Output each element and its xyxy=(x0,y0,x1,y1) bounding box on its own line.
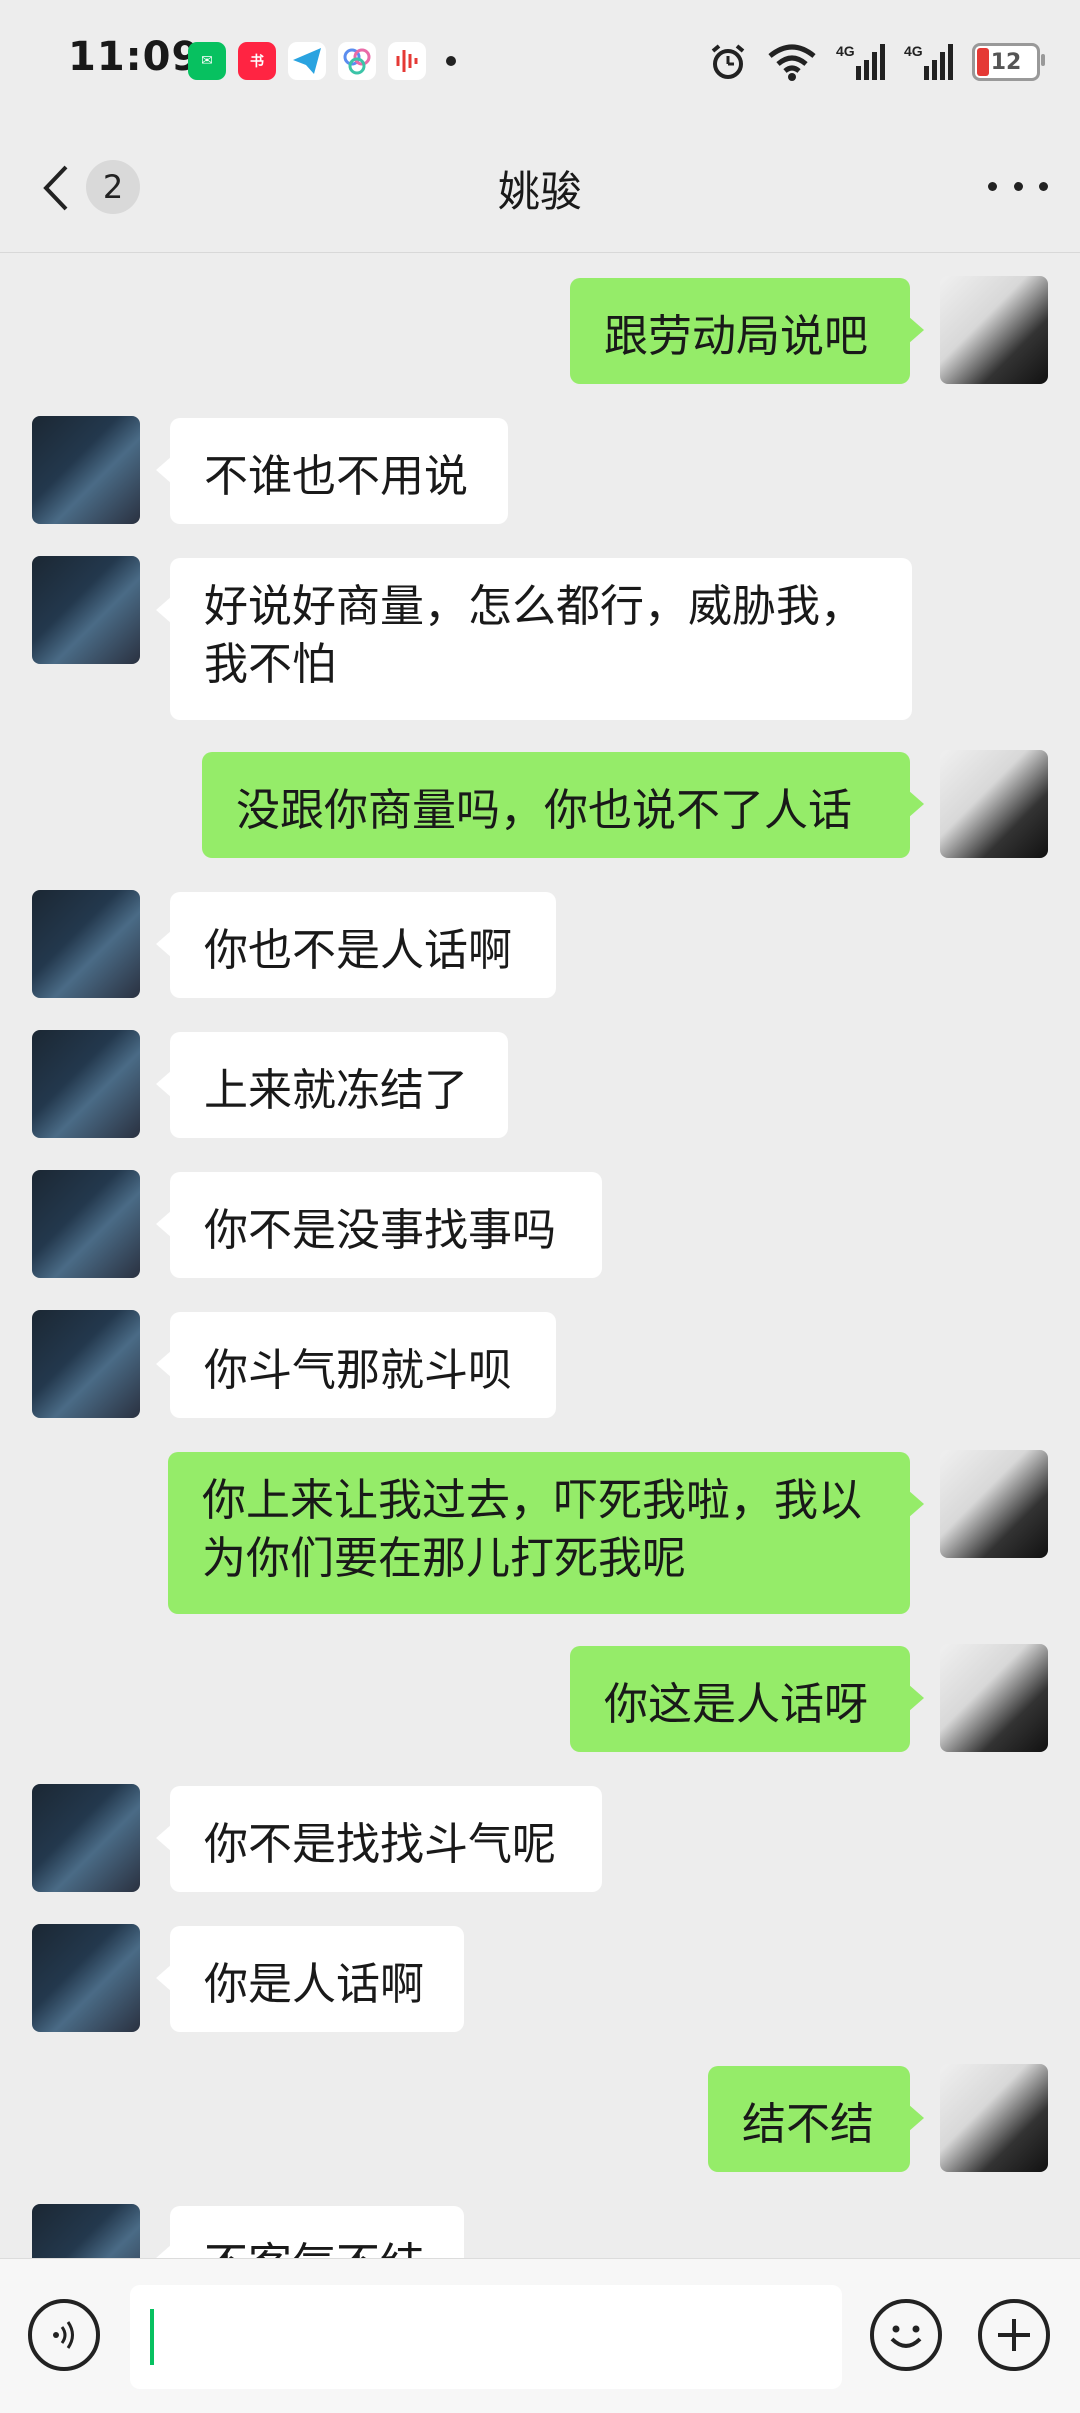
contact-avatar[interactable] xyxy=(32,1924,140,2032)
system-icons: 4G 4G 12 xyxy=(708,36,1045,88)
self-avatar[interactable] xyxy=(940,1450,1048,1558)
message-bubble-self[interactable]: 跟劳动局说吧 xyxy=(570,278,924,384)
emoji-icon xyxy=(890,2325,922,2348)
self-avatar[interactable] xyxy=(940,1644,1048,1752)
voice-icon xyxy=(53,2321,74,2349)
message-input[interactable] xyxy=(130,2285,842,2389)
message-bubble-other[interactable]: 上来就冻结了 xyxy=(156,1032,508,1138)
message-bubble-self[interactable]: 你上来让我过去，吓死我啦，我以 为你们要在那儿打死我呢 xyxy=(168,1452,924,1614)
message-bubble-other[interactable]: 你也不是人话啊 xyxy=(156,892,556,998)
message-bubble-self[interactable]: 你这是人话呀 xyxy=(570,1646,924,1752)
emoji-button[interactable] xyxy=(870,2299,942,2371)
text-cursor xyxy=(150,2309,154,2365)
page-title: 姚骏 xyxy=(497,167,582,216)
message-bubble-other[interactable]: 好说好商量，怎么都行，威胁我， 我不怕 xyxy=(156,558,912,720)
plus-icon xyxy=(998,2319,1030,2351)
xiaohongshu-icon: 书 xyxy=(238,42,276,80)
self-avatar[interactable] xyxy=(940,750,1048,858)
battery-level: 12 xyxy=(990,49,1022,75)
alarm-icon xyxy=(711,44,745,79)
message-bubble-other[interactable]: 不客气不结 xyxy=(156,2206,464,2258)
notification-icons: ✉ 书 xyxy=(188,40,456,82)
signal-4g-icon-2: 4G xyxy=(904,43,953,80)
plus-button[interactable] xyxy=(978,2299,1050,2371)
contact-avatar[interactable] xyxy=(32,1784,140,1892)
message-bubble-other[interactable]: 你是人话啊 xyxy=(156,1926,464,2032)
telegram-icon xyxy=(288,42,326,80)
signal-4g-icon: 4G xyxy=(836,43,885,80)
audio-app-icon xyxy=(388,42,426,80)
contact-avatar[interactable] xyxy=(32,1170,140,1278)
input-bar xyxy=(0,2258,1080,2413)
more-icon xyxy=(988,181,997,191)
contact-avatar[interactable] xyxy=(32,556,140,664)
voice-button[interactable] xyxy=(28,2299,100,2371)
wifi-icon xyxy=(768,44,816,81)
message-bubble-other[interactable]: 不谁也不用说 xyxy=(156,418,508,524)
message-bubble-self[interactable]: 结不结 xyxy=(708,2066,924,2172)
wechat-icon: ✉ xyxy=(188,42,226,80)
contact-avatar[interactable] xyxy=(32,2204,140,2258)
svg-text:4G: 4G xyxy=(904,43,923,59)
more-button[interactable] xyxy=(988,166,1048,206)
more-notifications-dot xyxy=(446,56,456,66)
contact-avatar[interactable] xyxy=(32,1310,140,1418)
status-time: 11:09 xyxy=(68,34,201,80)
battery-icon: 12 xyxy=(972,43,1045,81)
message-bubble-other[interactable]: 你不是没事找事吗 xyxy=(156,1172,602,1278)
self-avatar[interactable] xyxy=(940,2064,1048,2172)
svg-text:4G: 4G xyxy=(836,43,855,59)
message-bubble-self[interactable]: 没跟你商量吗，你也说不了人话 xyxy=(202,752,924,858)
message-bubble-other[interactable]: 你斗气那就斗呗 xyxy=(156,1312,556,1418)
chat-header: 2 姚骏 xyxy=(0,120,1080,253)
app-icon xyxy=(338,42,376,80)
status-bar: 11:09 ✉ 书 4G 4G 12 xyxy=(0,0,1080,120)
message-list[interactable]: 跟劳动局说吧 不谁也不用说 好说好商量，怎么都行，威胁我， 我不怕 没跟你商量吗… xyxy=(0,253,1080,2258)
contact-avatar[interactable] xyxy=(32,890,140,998)
contact-avatar[interactable] xyxy=(32,1030,140,1138)
contact-avatar[interactable] xyxy=(32,416,140,524)
message-bubble-other[interactable]: 你不是找找斗气呢 xyxy=(156,1786,602,1892)
self-avatar[interactable] xyxy=(940,276,1048,384)
